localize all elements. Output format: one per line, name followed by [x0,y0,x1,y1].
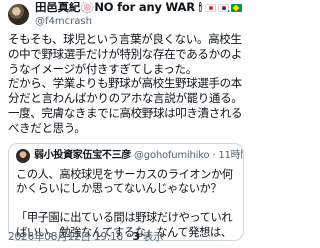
quoted-avatar [16,148,30,163]
timestamp[interactable]: 2026年08月12日 19:18 [8,231,123,243]
quoted-dot-separator: · [209,149,219,161]
author-name[interactable]: 田邑真紀🍥NO for any WAR 🕯 [35,2,202,14]
quoted-author-name: 弱小投資家伍宝不三彦 [34,149,131,161]
tweet-footer: 2026年08月12日 19:18 · 3 表示 [8,229,164,244]
author-name-row[interactable]: 田邑真紀🍥NO for any WAR 🕯 [35,2,242,14]
footer-separator: · [126,231,130,243]
tweet-header: 田邑真紀🍥NO for any WAR 🕯 @f4mcrash ··· [8,0,244,26]
quoted-tweet[interactable]: 弱小投資家伍宝不三彦 @gohofumihiko · 11時間 この人、高校球児… [8,142,244,241]
author-names: 田邑真紀🍥NO for any WAR 🕯 @f4mcrash [35,2,242,27]
author-handle[interactable]: @f4mcrash [35,16,242,27]
avatar[interactable] [8,4,29,25]
japan-flag-icon [204,4,216,12]
more-options-icon[interactable]: ··· [227,5,242,20]
tweet-text: そもそも、球児という言葉が良くない。高校生の中で野球選手だけが特別な存在であるか… [8,32,243,135]
tweet: 田邑真紀🍥NO for any WAR 🕯 @f4mcrash ··· そもそも… [0,0,250,248]
quoted-time: 11時間 [218,149,243,161]
view-count: 3 [132,231,140,243]
views-label: 表示 [142,231,164,243]
quoted-author-handle: @gohofumihiko [134,149,210,161]
quoted-tweet-header: 弱小投資家伍宝不三彦 @gohofumihiko · 11時間 [16,148,243,163]
